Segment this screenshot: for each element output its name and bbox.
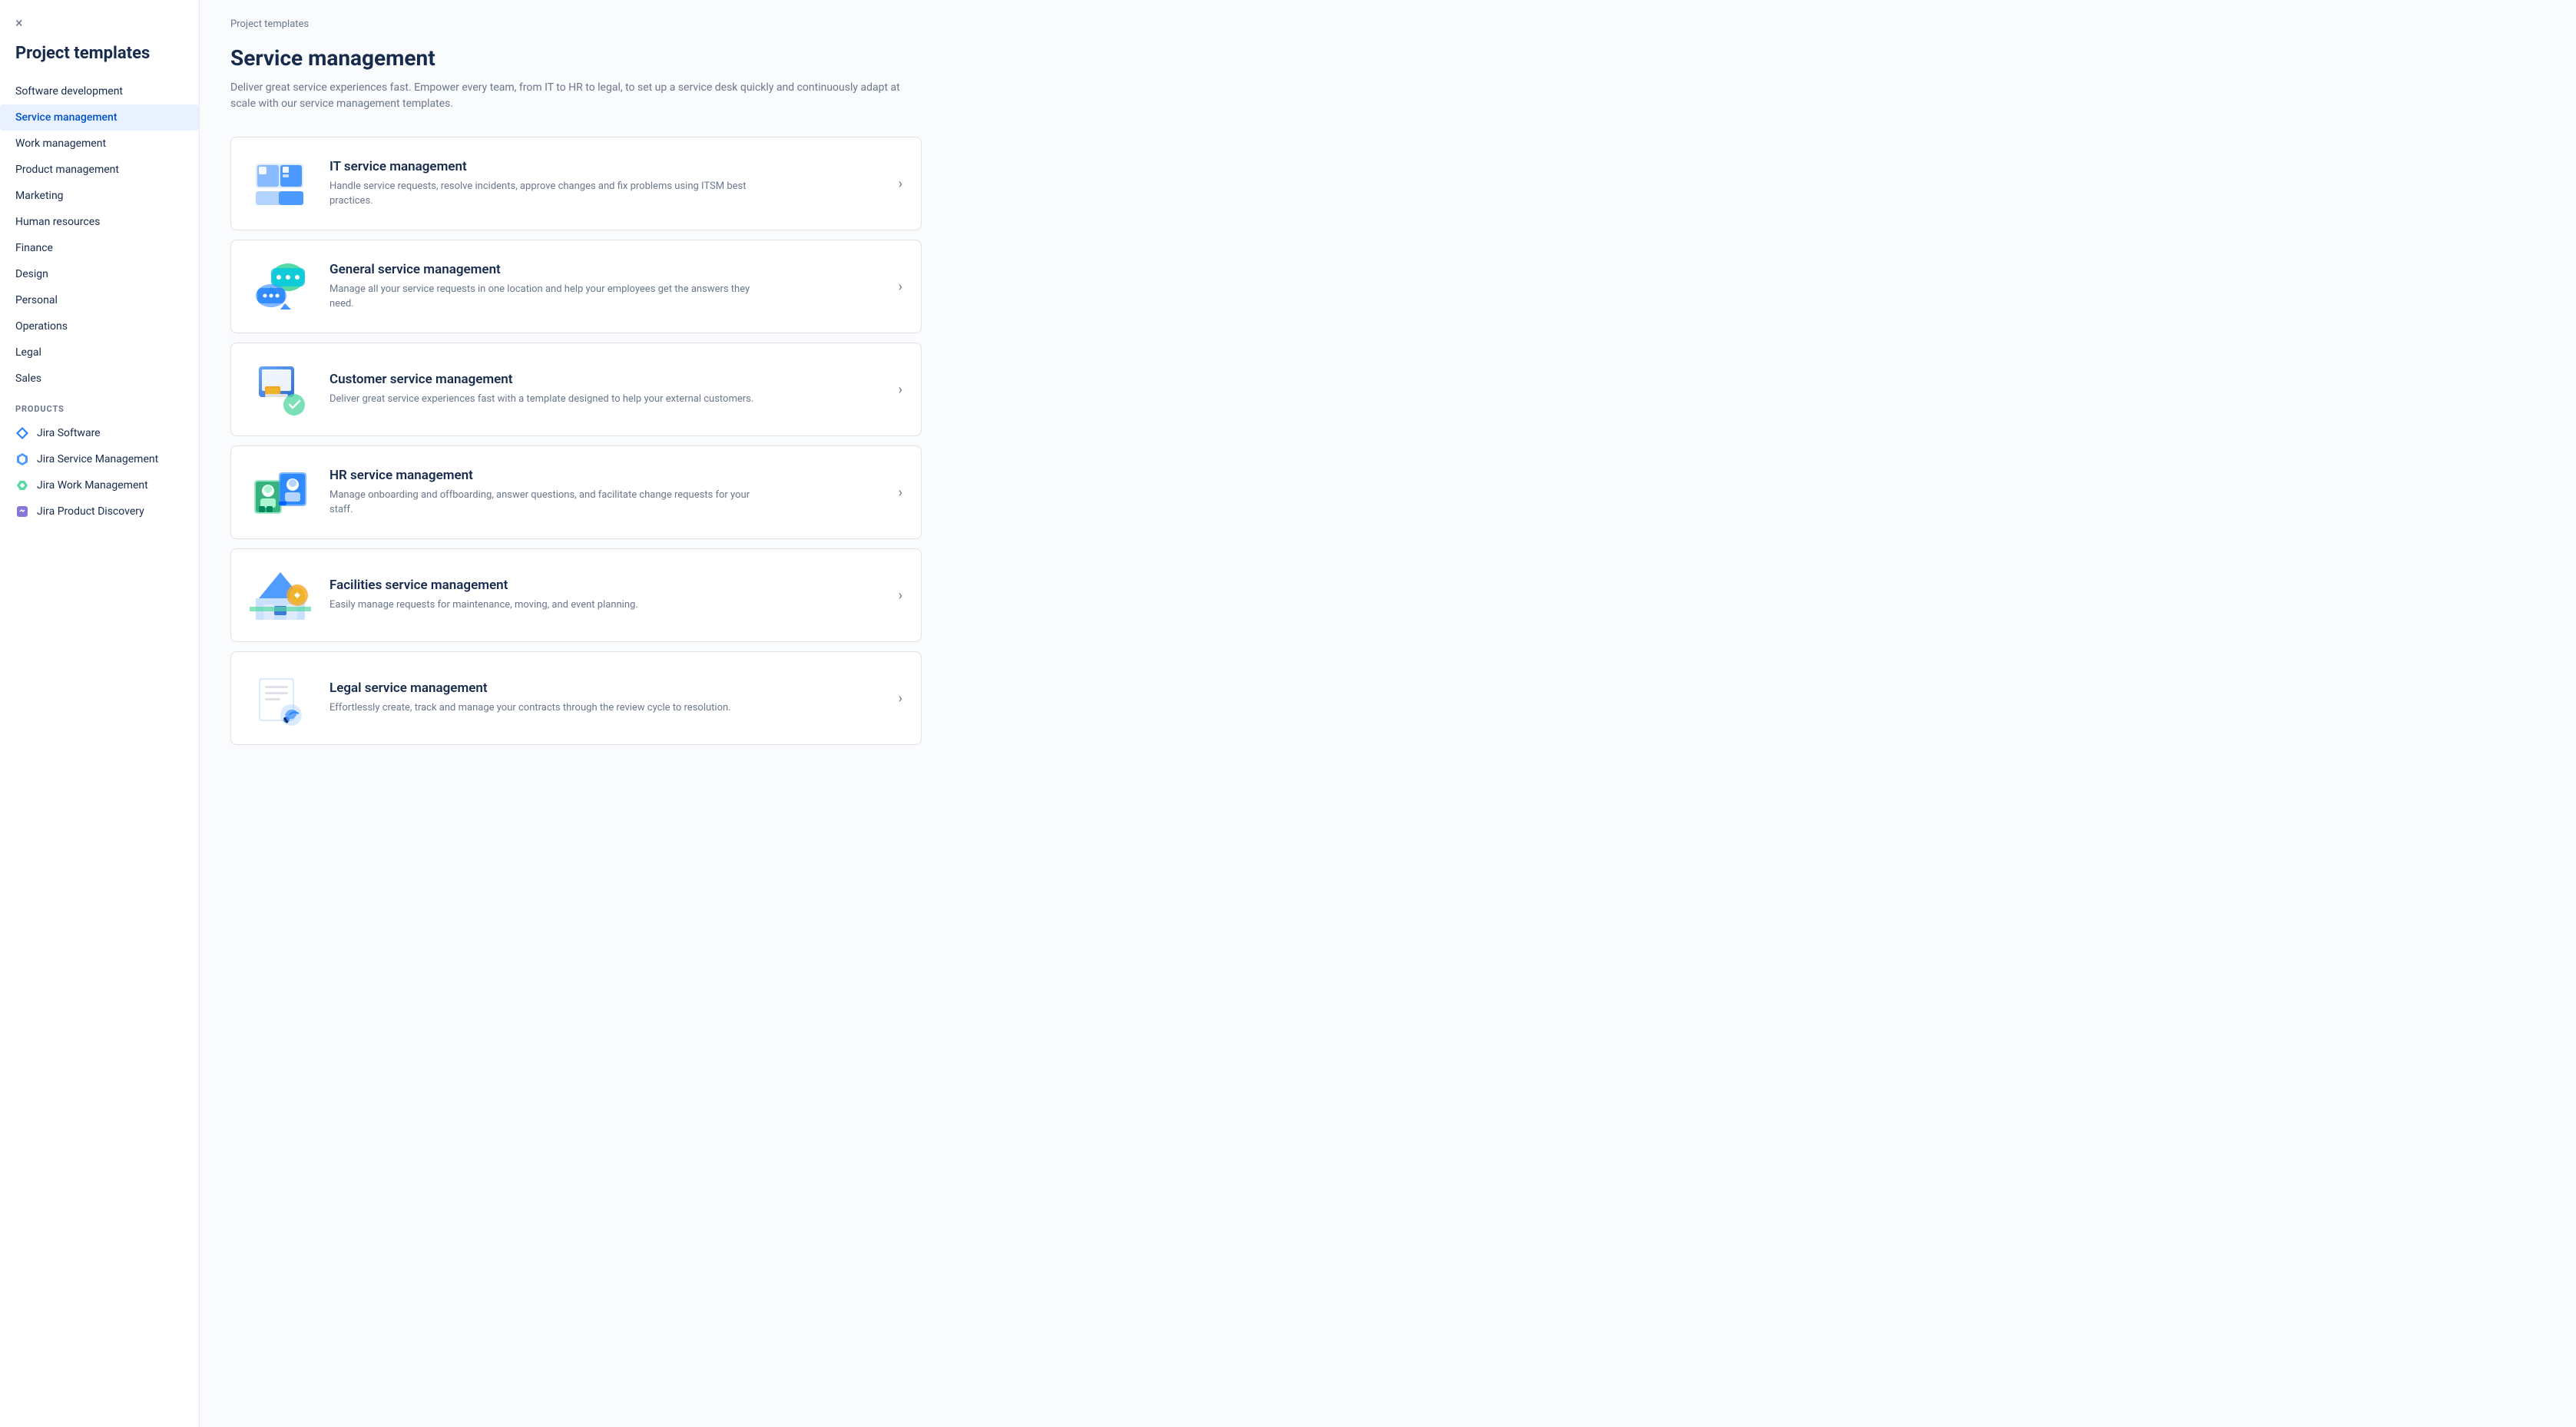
template-card-it-service-management[interactable]: IT service management Handle service requ…: [230, 137, 922, 230]
sidebar-item-design[interactable]: Design: [0, 261, 199, 287]
facilities-service-management-info: Facilities service management Easily mana…: [329, 578, 880, 613]
sidebar-item-operations[interactable]: Operations: [0, 313, 199, 339]
jira-service-management-icon: [15, 452, 29, 466]
it-service-management-info: IT service management Handle service requ…: [329, 159, 880, 209]
facilities-service-management-description: Easily manage requests for maintenance, …: [329, 598, 760, 613]
sidebar-item-marketing[interactable]: Marketing: [0, 183, 199, 209]
facilities-service-management-chevron-icon: ›: [899, 588, 902, 604]
customer-service-management-name: Customer service management: [329, 372, 880, 387]
sidebar: × Project templates Software development…: [0, 0, 200, 1427]
sidebar-item-legal[interactable]: Legal: [0, 339, 199, 366]
jira-product-discovery-label: Jira Product Discovery: [37, 505, 144, 518]
general-service-management-name: General service management: [329, 262, 880, 277]
general-service-management-info: General service management Manage all you…: [329, 262, 880, 312]
hr-service-management-info: HR service management Manage onboarding a…: [329, 468, 880, 518]
legal-service-management-info: Legal service management Effortlessly cre…: [329, 680, 880, 716]
template-card-customer-service-management[interactable]: Customer service management Deliver great…: [230, 343, 922, 436]
hr-service-management-icon: [250, 462, 311, 523]
general-service-management-chevron-icon: ›: [899, 279, 902, 295]
jira-work-management-icon: [15, 478, 29, 492]
jira-work-management-label: Jira Work Management: [37, 479, 148, 492]
it-service-management-name: IT service management: [329, 159, 880, 174]
template-card-facilities-service-management[interactable]: Facilities service management Easily mana…: [230, 548, 922, 642]
template-card-legal-service-management[interactable]: Legal service management Effortlessly cre…: [230, 651, 922, 745]
sidebar-item-software-development[interactable]: Software development: [0, 78, 199, 104]
jira-product-discovery-icon: [15, 505, 29, 518]
template-card-general-service-management[interactable]: General service management Manage all you…: [230, 240, 922, 333]
customer-service-management-chevron-icon: ›: [899, 382, 902, 398]
hr-service-management-chevron-icon: ›: [899, 485, 902, 501]
page-description: Deliver great service experiences fast. …: [230, 80, 922, 112]
hr-service-management-name: HR service management: [329, 468, 880, 483]
general-service-management-description: Manage all your service requests in one …: [329, 282, 760, 312]
legal-service-management-name: Legal service management: [329, 680, 880, 696]
products-section-label: PRODUCTS: [0, 392, 199, 420]
sidebar-item-human-resources[interactable]: Human resources: [0, 209, 199, 235]
it-service-management-description: Handle service requests, resolve inciden…: [329, 179, 760, 209]
customer-service-management-icon: [250, 359, 311, 420]
close-icon[interactable]: ×: [0, 15, 38, 44]
template-list: IT service management Handle service requ…: [230, 137, 922, 754]
breadcrumb: Project templates: [230, 18, 2545, 30]
general-service-management-icon: [250, 256, 311, 317]
template-card-hr-service-management[interactable]: HR service management Manage onboarding a…: [230, 445, 922, 539]
page-title: Service management: [230, 45, 2545, 71]
sidebar-item-work-management[interactable]: Work management: [0, 131, 199, 157]
legal-service-management-icon: [250, 667, 311, 729]
customer-service-management-info: Customer service management Deliver great…: [329, 372, 880, 407]
it-service-management-icon: [250, 153, 311, 214]
sidebar-item-service-management[interactable]: Service management: [0, 104, 199, 131]
sidebar-title: Project templates: [0, 44, 199, 78]
customer-service-management-description: Deliver great service experiences fast w…: [329, 392, 760, 407]
legal-service-management-description: Effortlessly create, track and manage yo…: [329, 700, 760, 716]
sidebar-item-personal[interactable]: Personal: [0, 287, 199, 313]
sidebar-product-jira-software[interactable]: Jira Software: [0, 420, 199, 446]
sidebar-item-finance[interactable]: Finance: [0, 235, 199, 261]
it-service-management-chevron-icon: ›: [899, 176, 902, 192]
jira-service-management-label: Jira Service Management: [37, 453, 158, 465]
sidebar-product-jira-product-discovery[interactable]: Jira Product Discovery: [0, 498, 199, 525]
facilities-service-management-name: Facilities service management: [329, 578, 880, 593]
sidebar-item-sales[interactable]: Sales: [0, 366, 199, 392]
jira-software-icon: [15, 426, 29, 440]
sidebar-item-product-management[interactable]: Product management: [0, 157, 199, 183]
facilities-service-management-icon: [250, 565, 311, 626]
sidebar-product-jira-service-management[interactable]: Jira Service Management: [0, 446, 199, 472]
sidebar-product-jira-work-management[interactable]: Jira Work Management: [0, 472, 199, 498]
hr-service-management-description: Manage onboarding and offboarding, answe…: [329, 488, 760, 518]
sidebar-nav: Software developmentService managementWo…: [0, 78, 199, 392]
jira-software-label: Jira Software: [37, 427, 101, 439]
main-content: Project templates Service management Del…: [200, 0, 2576, 1427]
legal-service-management-chevron-icon: ›: [899, 690, 902, 707]
products-list: Jira Software Jira Service Management Jira…: [0, 420, 199, 525]
